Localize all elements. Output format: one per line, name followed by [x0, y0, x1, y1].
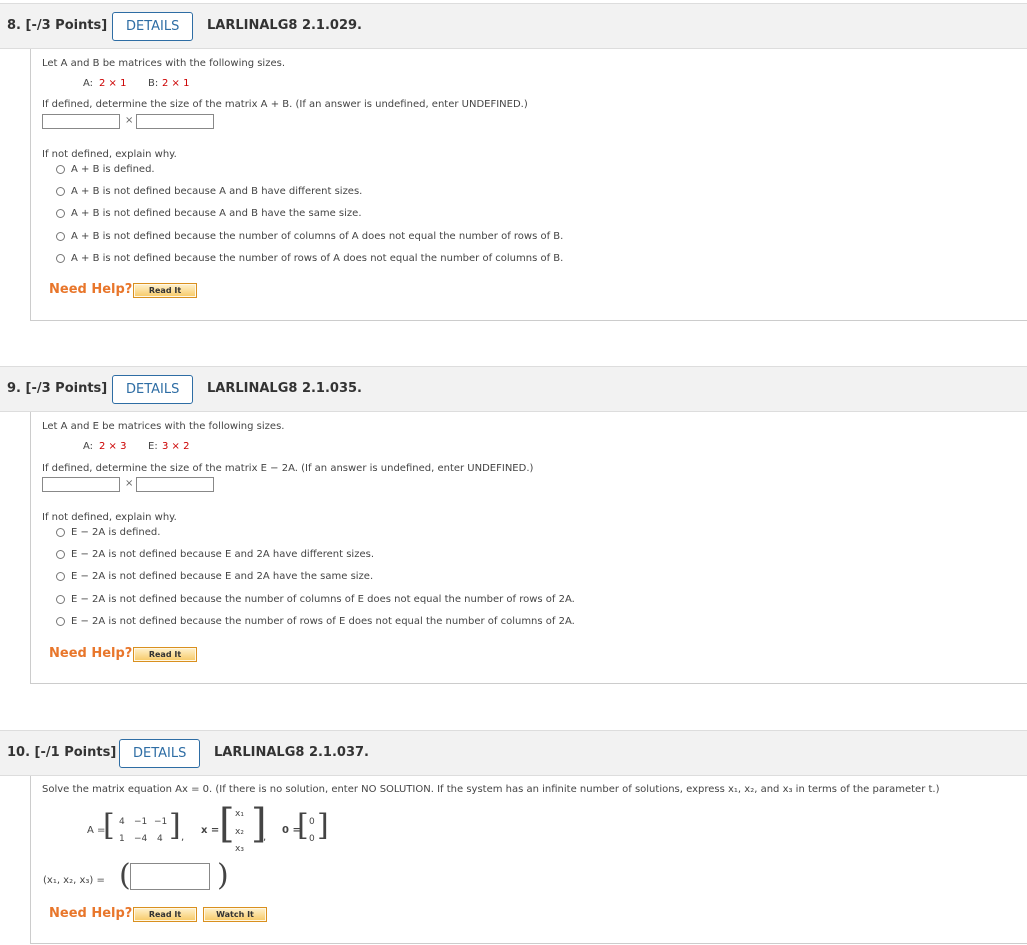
tuple-right-paren: ) — [217, 858, 229, 893]
read-it-button[interactable]: Read It — [133, 647, 197, 662]
vector-x-label: x = — [201, 825, 220, 836]
option-3-label: E − 2A is not defined because E and 2A h… — [71, 571, 374, 582]
question-code: LARLINALG8 2.1.037. — [214, 745, 369, 760]
radio-option-2[interactable] — [56, 187, 65, 196]
option-5-label: A + B is not defined because the number … — [71, 253, 564, 264]
size-b-label: B: — [148, 78, 159, 89]
radio-option-3[interactable] — [56, 572, 65, 581]
tuple-left-paren: ( — [119, 858, 131, 893]
question-points: 10. [-/1 Points] — [7, 745, 117, 760]
prompt-text: Solve the matrix equation Ax = 0. (If th… — [42, 784, 940, 795]
matrix-a-left-bracket: [ — [103, 808, 115, 843]
radio-option-2[interactable] — [56, 550, 65, 559]
size-a-label: A: — [83, 78, 94, 89]
radio-option-1[interactable] — [56, 165, 65, 174]
columns-input[interactable] — [136, 114, 214, 129]
size-e-value: 3 × 2 — [162, 441, 190, 452]
question-8-header: 8. [-/3 Points] DETAILS LARLINALG8 2.1.0… — [0, 3, 1027, 49]
tuple-answer-input[interactable] — [130, 863, 210, 890]
vector-x-entry: x₂ — [235, 827, 244, 837]
size-a-value: 2 × 1 — [99, 78, 127, 89]
question-9-body: Let A and E be matrices with the followi… — [30, 412, 1027, 684]
size-a-value: 2 × 3 — [99, 441, 127, 452]
watch-it-button[interactable]: Watch It — [203, 907, 267, 922]
times-sign: × — [125, 115, 134, 126]
matrix-a-cell: 4 — [157, 834, 163, 844]
read-it-button[interactable]: Read It — [133, 907, 197, 922]
size-e-label: E: — [148, 441, 158, 452]
vector-x-entry: x₁ — [235, 809, 244, 819]
comma: , — [181, 832, 185, 843]
question-10-header: 10. [-/1 Points] DETAILS LARLINALG8 2.1.… — [0, 730, 1027, 776]
explain-text: If not defined, explain why. — [42, 512, 177, 523]
matrix-a-cell: −1 — [154, 817, 168, 827]
columns-input[interactable] — [136, 477, 214, 492]
need-help-label: Need Help? — [49, 906, 133, 921]
rows-input[interactable] — [42, 477, 120, 492]
prompt-text: If defined, determine the size of the ma… — [42, 99, 528, 110]
option-4-label: A + B is not defined because the number … — [71, 231, 564, 242]
question-points: 8. [-/3 Points] — [7, 18, 108, 33]
question-points: 9. [-/3 Points] — [7, 381, 108, 396]
zero-vector-left-bracket: [ — [297, 808, 309, 843]
question-8-body: Let A and B be matrices with the followi… — [30, 49, 1027, 321]
need-help-label: Need Help? — [49, 282, 133, 297]
question-code: LARLINALG8 2.1.035. — [207, 381, 362, 396]
zero-vector-right-bracket: ] — [317, 808, 329, 843]
details-button[interactable]: DETAILS — [119, 739, 201, 768]
option-4-label: E − 2A is not defined because the number… — [71, 594, 575, 605]
rows-input[interactable] — [42, 114, 120, 129]
option-1-label: E − 2A is defined. — [71, 527, 161, 538]
intro-text: Let A and B be matrices with the followi… — [42, 58, 285, 69]
comma: , — [263, 832, 267, 843]
read-it-button[interactable]: Read It — [133, 283, 197, 298]
tuple-label: (x₁, x₂, x₃) = — [43, 875, 105, 886]
radio-option-1[interactable] — [56, 528, 65, 537]
size-a-label: A: — [83, 441, 94, 452]
intro-text: Let A and E be matrices with the followi… — [42, 421, 285, 432]
matrix-a-cell: 1 — [119, 834, 125, 844]
radio-option-4[interactable] — [56, 595, 65, 604]
matrix-a-cell: −1 — [134, 817, 148, 827]
explain-text: If not defined, explain why. — [42, 149, 177, 160]
radio-option-4[interactable] — [56, 232, 65, 241]
prompt-text: If defined, determine the size of the ma… — [42, 463, 534, 474]
question-code: LARLINALG8 2.1.029. — [207, 18, 362, 33]
option-2-label: A + B is not defined because A and B hav… — [71, 186, 363, 197]
radio-option-5[interactable] — [56, 254, 65, 263]
details-button[interactable]: DETAILS — [112, 12, 194, 41]
details-button[interactable]: DETAILS — [112, 375, 194, 404]
question-9-header: 9. [-/3 Points] DETAILS LARLINALG8 2.1.0… — [0, 366, 1027, 412]
radio-option-5[interactable] — [56, 617, 65, 626]
times-sign: × — [125, 478, 134, 489]
question-10-body: Solve the matrix equation Ax = 0. (If th… — [30, 776, 1027, 944]
matrix-a-right-bracket: ] — [169, 808, 181, 843]
option-2-label: E − 2A is not defined because E and 2A h… — [71, 549, 374, 560]
size-b-value: 2 × 1 — [162, 78, 190, 89]
matrix-a-cell: −4 — [134, 834, 148, 844]
option-1-label: A + B is defined. — [71, 164, 155, 175]
option-5-label: E − 2A is not defined because the number… — [71, 616, 575, 627]
option-3-label: A + B is not defined because A and B hav… — [71, 208, 362, 219]
radio-option-3[interactable] — [56, 209, 65, 218]
zero-vector-entry: 0 — [309, 817, 315, 827]
matrix-a-cell: 4 — [119, 817, 125, 827]
zero-vector-entry: 0 — [309, 834, 315, 844]
vector-x-entry: x₃ — [235, 844, 244, 854]
need-help-label: Need Help? — [49, 646, 133, 661]
vector-x-left-bracket: [ — [219, 801, 235, 847]
